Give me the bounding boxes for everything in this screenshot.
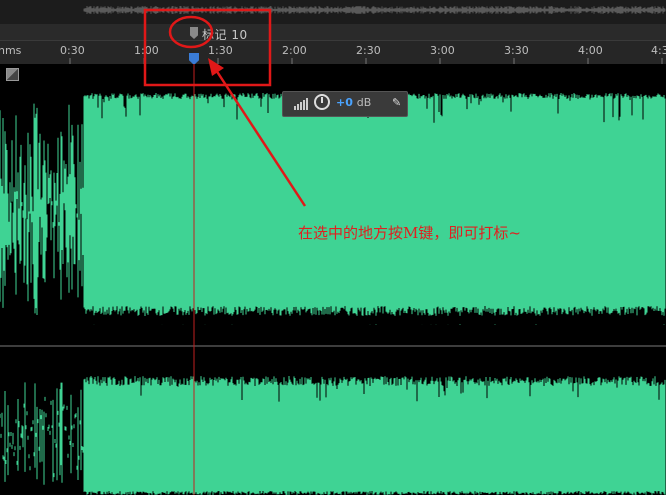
- annotation-arrowhead: [208, 58, 224, 76]
- annotation-text: 在选中的地方按M键，即可打标~: [298, 224, 521, 242]
- annotation-arrow: [214, 69, 307, 207]
- annotation-overlay: [143, 8, 307, 207]
- highlight-circle: [168, 15, 214, 49]
